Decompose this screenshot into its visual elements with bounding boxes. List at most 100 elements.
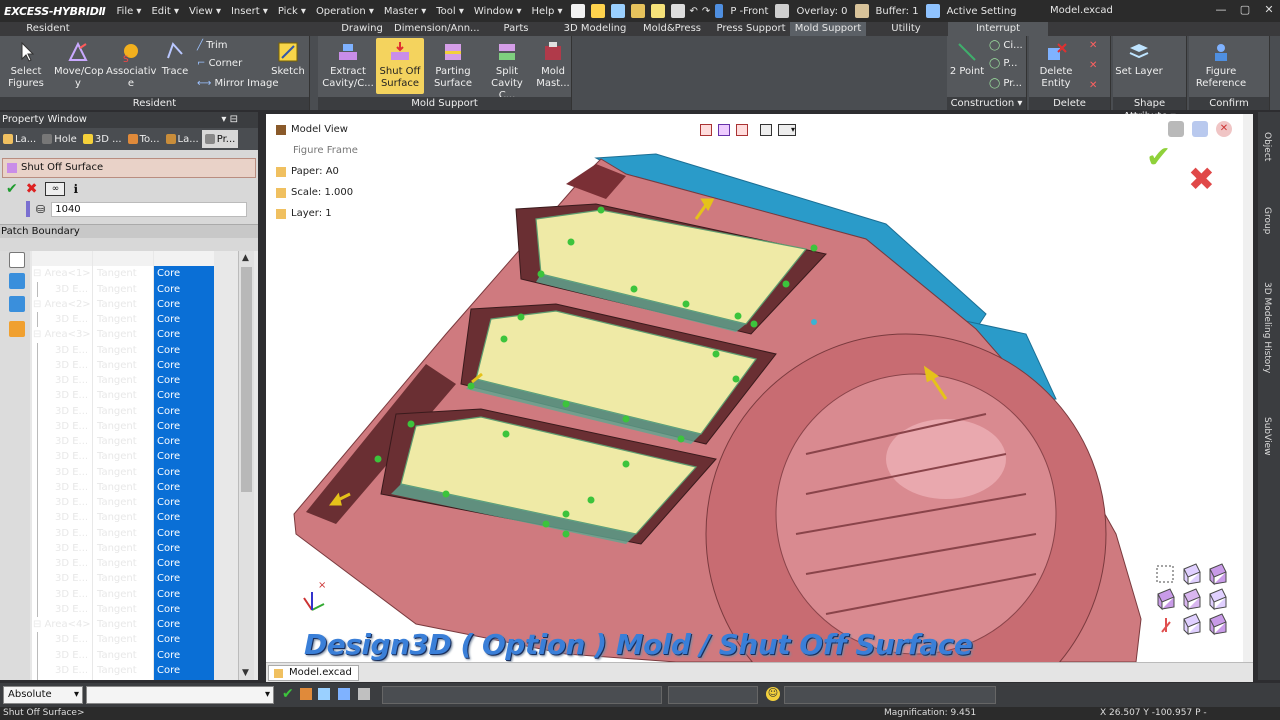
edge-row[interactable]: 3D E...TangentCore [32, 647, 240, 663]
row-type[interactable]: Tangent [93, 403, 153, 419]
viewport-restore-icon[interactable] [1192, 121, 1208, 137]
link-mode-icon[interactable]: ∞ [45, 182, 66, 196]
tab-parts[interactable]: Parts [486, 22, 546, 36]
minimize-icon[interactable]: — [1214, 3, 1228, 17]
prop-tab-property[interactable]: Pr... [201, 130, 239, 148]
view-save-icon[interactable] [760, 124, 772, 136]
smiley-icon[interactable]: ☺ [766, 687, 780, 701]
projection-button[interactable]: ◯ Pr... [989, 78, 1022, 89]
split-cavity-button[interactable]: Split Cavity C... [482, 40, 532, 102]
row-type[interactable]: Tangent [93, 586, 153, 602]
folder-icon[interactable] [630, 4, 645, 18]
row-side[interactable]: Core [154, 678, 214, 680]
delete-small-1-icon[interactable]: ✕ [1089, 40, 1097, 51]
view-direction-label[interactable]: P -Front [730, 6, 768, 17]
row-type[interactable]: Tangent [93, 601, 153, 617]
edge-row[interactable]: 3D E...TangentCore [32, 373, 240, 389]
edge-row[interactable]: 3D E...TangentCore [32, 434, 240, 450]
maximize-icon[interactable]: ▢ [1238, 3, 1252, 17]
edge-row[interactable]: 3D E...TangentCore [32, 479, 240, 495]
prop-tab-layer[interactable]: La... [0, 130, 39, 148]
row-side[interactable]: Core [154, 449, 214, 465]
area-row[interactable]: ⊟ Area<3> Tangent Core [32, 327, 240, 343]
row-side[interactable]: Core [154, 281, 214, 297]
coordinate-mode-select[interactable]: Absolute ▾ [3, 686, 83, 704]
new-file-icon[interactable] [570, 4, 585, 18]
edge-row[interactable]: 3D E...TangentCore [32, 662, 240, 678]
row-type[interactable]: Tangent [93, 495, 153, 511]
menu-pick[interactable]: Pick ▾ [273, 6, 311, 17]
tab-resident[interactable]: Resident [0, 22, 96, 36]
row-type[interactable]: Tangent [93, 312, 153, 328]
layer-item[interactable]: Layer: 1 [276, 208, 332, 219]
edge-row[interactable]: 3D E...TangentCore [32, 510, 240, 526]
row-side[interactable]: Core [154, 266, 214, 282]
row-type[interactable]: Tangent [93, 327, 153, 343]
prop-tab-hole[interactable]: Hole [39, 130, 80, 148]
row-type[interactable]: Tangent [93, 510, 153, 526]
row-type[interactable]: Tangent [93, 266, 153, 282]
mold-master-button[interactable]: Mold Mast... [534, 40, 572, 90]
edge-row[interactable]: 3D E...TangentCore [32, 357, 240, 373]
parting-surface-button[interactable]: Parting Surface [428, 40, 478, 90]
row-type[interactable]: Tangent [93, 556, 153, 572]
cancel-x-icon[interactable]: ✖ [26, 181, 38, 197]
row-side[interactable]: Core [154, 373, 214, 389]
row-type[interactable]: Tangent [93, 479, 153, 495]
figure-frame-item[interactable]: Figure Frame [293, 145, 358, 156]
row-type[interactable]: Tangent [93, 449, 153, 465]
row-type[interactable]: Tangent [93, 662, 153, 678]
menu-edit[interactable]: Edit ▾ [146, 6, 184, 17]
edge-row[interactable]: 3D E...TangentCore [32, 540, 240, 556]
save-icon[interactable] [610, 4, 625, 18]
view-split-icon[interactable] [718, 124, 730, 136]
row-type[interactable]: Tangent [93, 540, 153, 556]
prop-tab-3d[interactable]: 3D ... [80, 130, 125, 148]
row-type[interactable]: Tangent [93, 571, 153, 587]
row-side[interactable]: Core [154, 495, 214, 511]
buffer-label[interactable]: Buffer: 1 [876, 6, 919, 17]
command-input[interactable]: ▾ [86, 686, 274, 704]
row-side[interactable]: Core [154, 312, 214, 328]
redo-icon[interactable]: ↷ [700, 6, 712, 17]
edge-row[interactable]: 3D E...TangentCore [32, 678, 240, 680]
view-layout-icon[interactable] [700, 124, 712, 136]
confirm-check-icon[interactable]: ✔ [6, 181, 18, 197]
edge-row[interactable]: 3D E...TangentCore [32, 388, 240, 404]
tab-utility[interactable]: Utility [868, 22, 944, 36]
two-point-button[interactable]: 2 Point [949, 40, 985, 78]
viewport-scrollbar[interactable] [1243, 114, 1253, 662]
edge-row[interactable]: 3D E...TangentCore [32, 632, 240, 648]
edge-row[interactable]: 3D E...TangentCore [32, 495, 240, 511]
edge-row[interactable]: 3D E...TangentCore [32, 281, 240, 297]
row-side[interactable]: Core [154, 647, 214, 663]
row-side[interactable]: Core [154, 388, 214, 404]
row-type[interactable]: Tangent [93, 388, 153, 404]
circle-button[interactable]: ◯ Ci... [989, 40, 1023, 51]
menu-master[interactable]: Master ▾ [379, 6, 431, 17]
row-type[interactable]: Tangent [93, 418, 153, 434]
corner-button[interactable]: ⌐ Corner [197, 58, 242, 69]
menu-operation[interactable]: Operation ▾ [311, 6, 379, 17]
document-tab[interactable]: Model.excad [268, 665, 359, 681]
row-type[interactable]: Tangent [93, 525, 153, 541]
menu-file[interactable]: File ▾ [112, 6, 147, 17]
view-menu-icon[interactable]: ▾ [778, 124, 796, 136]
row-side[interactable]: Core [154, 418, 214, 434]
delete-entity-button[interactable]: Delete Entity [1035, 40, 1077, 90]
row-type[interactable]: Tangent [93, 647, 153, 663]
undo-icon[interactable]: ↶ [688, 6, 700, 17]
delete-small-3-icon[interactable]: ✕ [1089, 80, 1097, 91]
figure-reference-button[interactable]: Figure Reference [1193, 40, 1249, 90]
eraser-icon[interactable] [9, 252, 25, 268]
trim-button[interactable]: ╱ Trim [197, 40, 227, 51]
viewport-close-icon[interactable]: ✕ [1216, 121, 1232, 137]
area-row[interactable]: ⊟ Area<4> Tangent Core [32, 617, 240, 633]
input-tool-1-icon[interactable] [300, 688, 312, 700]
menu-view[interactable]: View ▾ [184, 6, 226, 17]
viewport-minimize-icon[interactable] [1168, 121, 1184, 137]
edge-row[interactable]: 3D E...TangentCore [32, 464, 240, 480]
input-extra-field[interactable] [784, 686, 996, 704]
row-side[interactable]: Core [154, 617, 214, 633]
row-side[interactable]: Core [154, 601, 214, 617]
